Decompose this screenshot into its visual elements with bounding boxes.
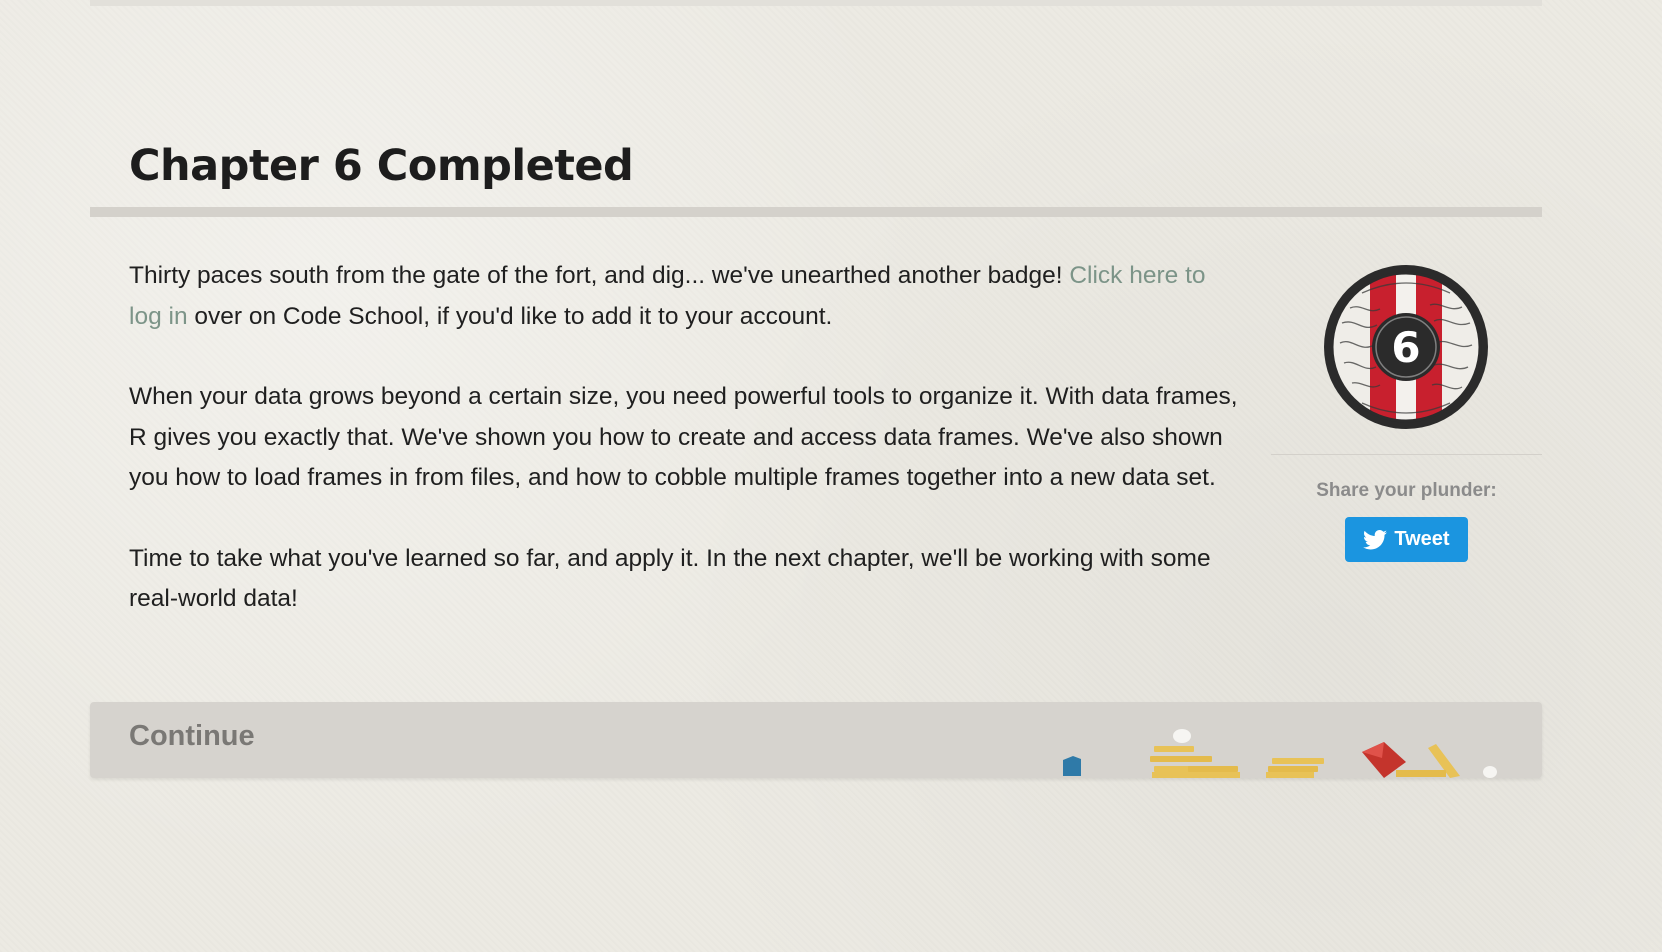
paragraph-login-intro: Thirty paces south from the gate of the …	[129, 262, 1070, 289]
page-title: Chapter 6 Completed	[129, 141, 634, 191]
top-edge-divider	[90, 0, 1542, 6]
paragraph-data-frames: When your data grows beyond a certain si…	[129, 383, 1238, 491]
paragraph-next-chapter: Time to take what you've learned so far,…	[129, 544, 1211, 613]
chapter-badge-icon: 6	[1322, 263, 1490, 431]
chapter-summary: Thirty paces south from the gate of the …	[129, 256, 1239, 660]
paragraph-login-outro: over on Code School, if you'd like to ad…	[187, 302, 833, 330]
tweet-label: Tweet	[1394, 528, 1450, 550]
tweet-button[interactable]: Tweet	[1345, 517, 1468, 562]
share-label: Share your plunder:	[1316, 480, 1497, 501]
title-divider	[90, 207, 1542, 217]
paragraph-login: Thirty paces south from the gate of the …	[129, 256, 1239, 337]
badge-number: 6	[1391, 323, 1420, 372]
continue-button[interactable]: Continue	[90, 702, 1542, 778]
treasure-decoration	[1063, 729, 1497, 778]
twitter-bird-icon	[1363, 529, 1388, 550]
sidebar-divider	[1271, 454, 1542, 455]
